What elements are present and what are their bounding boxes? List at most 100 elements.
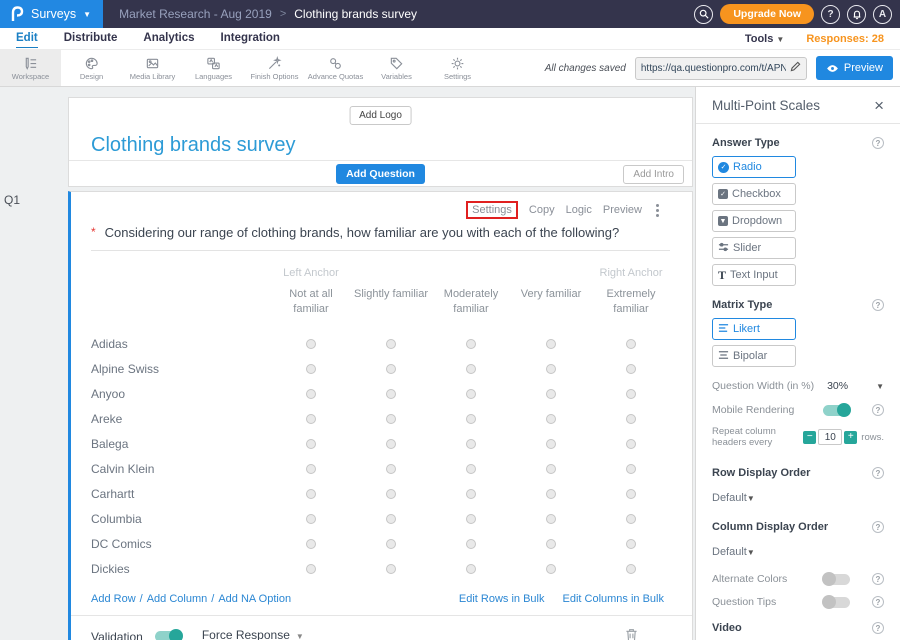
radio-button[interactable] <box>306 414 316 424</box>
close-icon[interactable]: × <box>874 97 884 114</box>
toolbar-item-variables[interactable]: Variables <box>366 50 427 86</box>
radio-button[interactable] <box>626 514 636 524</box>
radio-button[interactable] <box>466 564 476 574</box>
radio-button[interactable] <box>306 364 316 374</box>
radio-button[interactable] <box>546 564 556 574</box>
more-options-icon[interactable] <box>653 204 662 217</box>
radio-button[interactable] <box>546 439 556 449</box>
help-button[interactable]: ? <box>821 5 840 24</box>
tab-edit[interactable]: Edit <box>16 30 38 48</box>
radio-button[interactable] <box>546 514 556 524</box>
notifications-button[interactable] <box>847 5 866 24</box>
toolbar-item-settings[interactable]: Settings <box>427 50 488 86</box>
toolbar-item-workspace[interactable]: Workspace <box>0 50 61 86</box>
decrement-button[interactable]: − <box>803 431 816 444</box>
radio-button[interactable] <box>626 439 636 449</box>
radio-button[interactable] <box>386 364 396 374</box>
search-button[interactable] <box>694 5 713 24</box>
help-icon[interactable]: ? <box>872 299 884 311</box>
add-question-button[interactable]: Add Question <box>336 164 425 184</box>
add-logo-button[interactable]: Add Logo <box>349 106 412 125</box>
radio-button[interactable] <box>306 464 316 474</box>
radio-button[interactable] <box>546 464 556 474</box>
radio-button[interactable] <box>466 414 476 424</box>
answer-type-radio[interactable]: ✓Radio <box>712 156 796 178</box>
tools-menu[interactable]: Tools ▼ <box>745 33 785 45</box>
responses-count[interactable]: Responses: 28 <box>806 33 884 45</box>
radio-button[interactable] <box>546 389 556 399</box>
radio-button[interactable] <box>466 339 476 349</box>
answer-type-checkbox[interactable]: ✓Checkbox <box>712 183 796 205</box>
radio-button[interactable] <box>626 364 636 374</box>
alternate-colors-toggle[interactable] <box>823 574 850 585</box>
help-icon[interactable]: ? <box>872 596 884 608</box>
toolbar-item-advance-quotas[interactable]: Advance Quotas <box>305 50 366 86</box>
delete-question-button[interactable] <box>625 628 638 640</box>
radio-button[interactable] <box>546 339 556 349</box>
validation-type-dropdown[interactable]: Force Response▼ <box>202 628 304 640</box>
question-tips-toggle[interactable] <box>823 597 850 608</box>
account-button[interactable]: A <box>873 5 892 24</box>
tab-distribute[interactable]: Distribute <box>64 30 118 47</box>
answer-type-text-input[interactable]: TText Input <box>712 264 796 286</box>
add-intro-button[interactable]: Add Intro <box>623 165 684 184</box>
radio-button[interactable] <box>626 489 636 499</box>
survey-title[interactable]: Clothing brands survey <box>91 134 296 157</box>
radio-button[interactable] <box>386 539 396 549</box>
edit-columns-in-bulk-link[interactable]: Edit Columns in Bulk <box>563 593 665 605</box>
radio-button[interactable] <box>626 389 636 399</box>
help-icon[interactable]: ? <box>872 622 884 634</box>
help-icon[interactable]: ? <box>872 573 884 585</box>
radio-button[interactable] <box>386 489 396 499</box>
preview-button[interactable]: Preview <box>816 56 893 80</box>
radio-button[interactable] <box>466 389 476 399</box>
question-action-preview[interactable]: Preview <box>603 204 642 216</box>
matrix-type-likert[interactable]: Likert <box>712 318 796 340</box>
tab-analytics[interactable]: Analytics <box>143 30 194 47</box>
radio-button[interactable] <box>306 489 316 499</box>
breadcrumb-folder[interactable]: Market Research - Aug 2019 <box>119 7 272 21</box>
radio-button[interactable] <box>386 464 396 474</box>
radio-button[interactable] <box>626 564 636 574</box>
help-icon[interactable]: ? <box>872 137 884 149</box>
column-display-order-select[interactable]: Default▼ <box>712 546 884 558</box>
radio-button[interactable] <box>306 514 316 524</box>
question-action-settings[interactable]: Settings <box>466 201 518 219</box>
toolbar-item-design[interactable]: Design <box>61 50 122 86</box>
edit-rows-in-bulk-link[interactable]: Edit Rows in Bulk <box>459 593 545 605</box>
toolbar-item-languages[interactable]: Languages <box>183 50 244 86</box>
add-column-link[interactable]: Add Column <box>147 593 208 605</box>
help-icon[interactable]: ? <box>872 467 884 479</box>
radio-button[interactable] <box>306 439 316 449</box>
radio-button[interactable] <box>306 539 316 549</box>
radio-button[interactable] <box>386 414 396 424</box>
radio-button[interactable] <box>466 514 476 524</box>
radio-button[interactable] <box>466 364 476 374</box>
tab-integration[interactable]: Integration <box>221 30 280 47</box>
increment-button[interactable]: + <box>844 431 857 444</box>
answer-type-dropdown[interactable]: ▼Dropdown <box>712 210 796 232</box>
radio-button[interactable] <box>306 564 316 574</box>
toolbar-item-media-library[interactable]: Media Library <box>122 50 183 86</box>
radio-button[interactable] <box>386 339 396 349</box>
radio-button[interactable] <box>466 464 476 474</box>
matrix-type-bipolar[interactable]: Bipolar <box>712 345 796 367</box>
validation-toggle[interactable] <box>155 631 182 640</box>
add-row-link[interactable]: Add Row <box>91 593 136 605</box>
edit-url-button[interactable] <box>790 61 801 75</box>
question-text[interactable]: Considering our range of clothing brands… <box>105 225 620 240</box>
question-action-copy[interactable]: Copy <box>529 204 555 216</box>
toolbar-item-finish-options[interactable]: Finish Options <box>244 50 305 86</box>
radio-button[interactable] <box>466 489 476 499</box>
help-icon[interactable]: ? <box>872 521 884 533</box>
help-icon[interactable]: ? <box>872 404 884 416</box>
radio-button[interactable] <box>546 539 556 549</box>
question-action-logic[interactable]: Logic <box>566 204 592 216</box>
question-width-value[interactable]: 30% <box>827 380 848 392</box>
radio-button[interactable] <box>466 539 476 549</box>
radio-button[interactable] <box>386 439 396 449</box>
add-na-option-link[interactable]: Add NA Option <box>218 593 291 605</box>
surveys-menu[interactable]: Surveys ▼ <box>0 0 103 28</box>
radio-button[interactable] <box>546 414 556 424</box>
radio-button[interactable] <box>306 339 316 349</box>
